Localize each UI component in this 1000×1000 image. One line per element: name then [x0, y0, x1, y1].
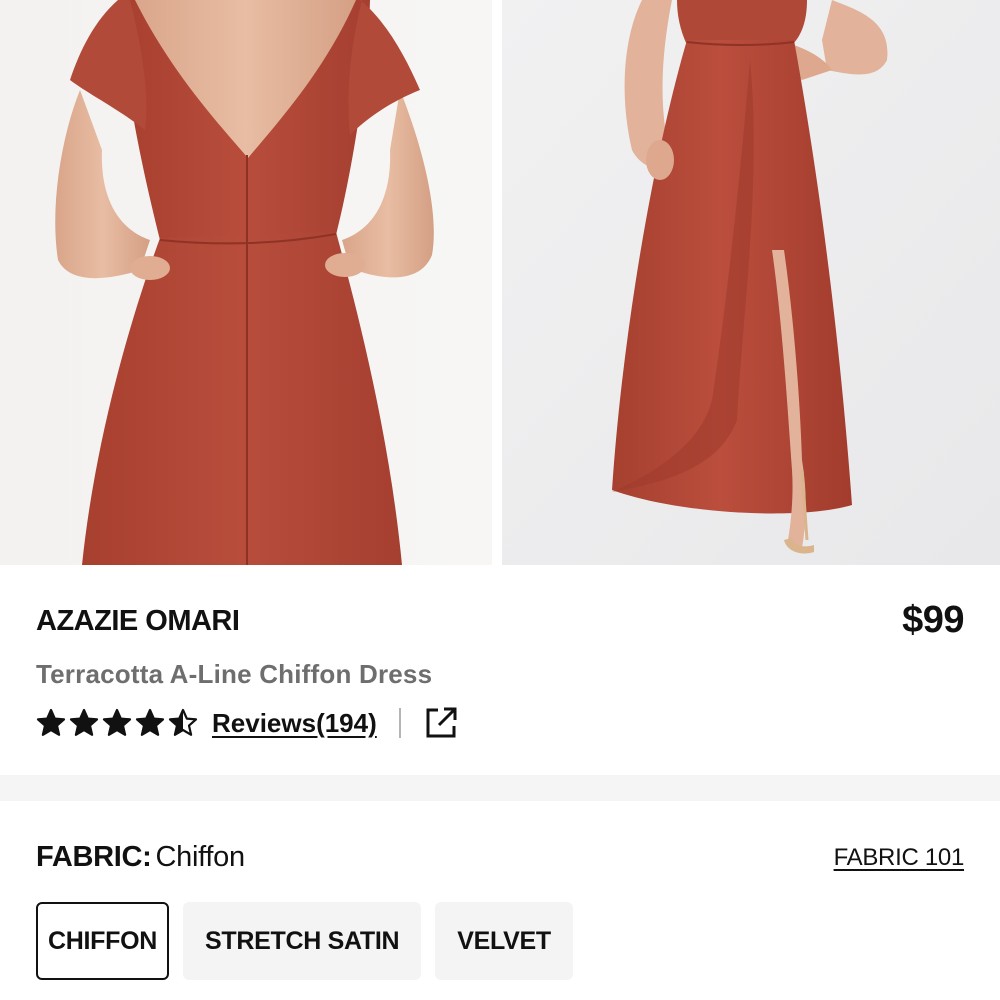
- star-rating: [36, 708, 198, 738]
- product-info: AZAZIE OMARI $99 Terracotta A-Line Chiff…: [0, 565, 1000, 775]
- divider: [398, 708, 401, 738]
- external-link-icon[interactable]: [423, 705, 459, 741]
- product-brand: AZAZIE OMARI: [36, 605, 240, 637]
- fabric-option-velvet[interactable]: VELVET: [435, 902, 573, 980]
- product-name: Terracotta A-Line Chiffon Dress: [36, 659, 433, 689]
- dress-front-view-photo[interactable]: [502, 0, 1000, 565]
- dress-back-view-photo[interactable]: [0, 0, 492, 565]
- fabric-option-stretch-satin[interactable]: STRETCH SATIN: [183, 902, 422, 980]
- product-gallery[interactable]: [0, 0, 1000, 565]
- star-full-icon: [69, 708, 99, 738]
- fabric-101-link[interactable]: FABRIC 101: [834, 844, 965, 872]
- product-page: AZAZIE OMARI $99 Terracotta A-Line Chiff…: [0, 0, 1000, 1000]
- fabric-label: FABRIC:: [36, 841, 152, 873]
- section-separator: [0, 775, 1000, 801]
- star-full-icon: [36, 708, 66, 738]
- star-full-icon: [135, 708, 165, 738]
- fabric-heading: FABRIC: Chiffon: [36, 841, 245, 874]
- fabric-options: CHIFFON STRETCH SATIN VELVET: [36, 902, 573, 980]
- fabric-section: FABRIC: Chiffon FABRIC 101 CHIFFON STRETC…: [0, 801, 1000, 1000]
- star-half-icon: [168, 708, 198, 738]
- rating-row: Reviews(194): [36, 703, 459, 743]
- reviews-link[interactable]: Reviews(194): [212, 708, 377, 739]
- fabric-option-chiffon[interactable]: CHIFFON: [36, 902, 169, 980]
- product-price: $99: [902, 599, 964, 641]
- fabric-selected-value: Chiffon: [155, 841, 246, 873]
- star-full-icon: [102, 708, 132, 738]
